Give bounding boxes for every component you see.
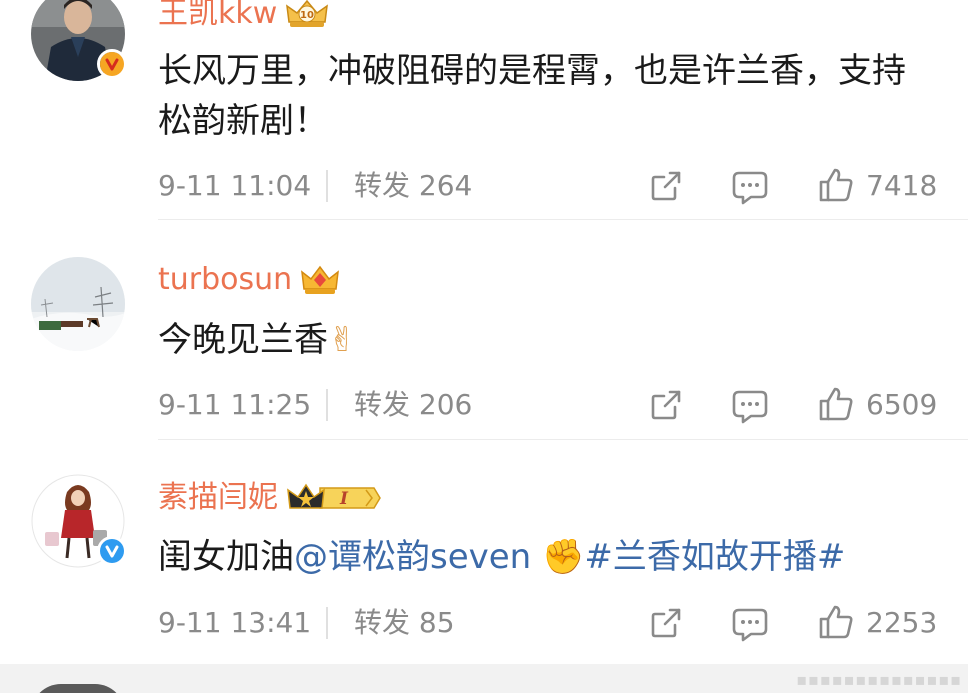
divider <box>326 389 328 421</box>
comment-text-body: 今晚见兰香 <box>158 320 328 360</box>
username[interactable]: turbosun <box>158 260 292 300</box>
repost-count[interactable]: 转发 85 <box>354 603 455 643</box>
share-icon[interactable] <box>648 168 684 204</box>
like-count: 7418 <box>866 169 938 202</box>
comment-meta: 9-11 13:41 转发 85 2253 <box>158 603 938 643</box>
crown-icon[interactable] <box>300 264 340 296</box>
share-icon[interactable] <box>648 387 684 423</box>
divider <box>326 170 328 202</box>
mention-link[interactable]: @谭松韵seven <box>294 537 531 577</box>
name-row: 王凯kkw 10 <box>158 0 329 34</box>
fist-emoji: ✊ <box>542 537 585 577</box>
timestamp: 9-11 11:25 <box>158 388 312 421</box>
verified-blue-icon <box>97 536 127 566</box>
comment-item: 素描闫妮 I 闺女加油@谭松韵seven ✊#兰香如故开播# 9-11 13:4… <box>0 440 968 665</box>
verified-orange-icon <box>97 49 127 79</box>
comment-icon[interactable] <box>731 606 769 642</box>
avatar[interactable] <box>31 257 125 351</box>
share-icon[interactable] <box>648 605 684 641</box>
username[interactable]: 素描闫妮 <box>158 478 278 518</box>
comment-meta: 9-11 11:04 转发 264 7418 <box>158 166 938 206</box>
avatar[interactable] <box>31 0 127 81</box>
like-icon[interactable] <box>818 386 854 422</box>
comment-item: turbosun 今晚见兰香✌ 9-11 11:25 转发 206 6509 <box>0 220 968 440</box>
comment-icon[interactable] <box>731 388 769 424</box>
comment-text: 今晚见兰香✌ <box>158 315 938 365</box>
victory-hand-emoji: ✌ <box>328 320 357 360</box>
name-row: 素描闫妮 I <box>158 478 382 518</box>
repost-count[interactable]: 转发 264 <box>354 166 472 206</box>
avatar[interactable] <box>31 474 127 568</box>
avatar-image <box>31 257 125 351</box>
like-count: 2253 <box>866 606 938 639</box>
crown-level: 10 <box>300 10 314 21</box>
comment-item: 王凯kkw 10 长风万里，冲破阻碍的是程霄，也是许兰香，支持松韵新剧！ 9-1… <box>0 0 968 220</box>
watermark: ▪▪▪▪▪▪▪▪▪▪▪▪▪▪ <box>796 670 962 689</box>
like-icon[interactable] <box>818 167 854 203</box>
divider <box>326 607 328 639</box>
topic-link[interactable]: #兰香如故开播# <box>584 537 845 577</box>
crown-icon[interactable]: 10 <box>285 0 329 30</box>
comment-text: 长风万里，冲破阻碍的是程霄，也是许兰香，支持松韵新剧！ <box>158 51 906 141</box>
like-icon[interactable] <box>818 604 854 640</box>
vip-badge[interactable]: I <box>286 482 382 514</box>
timestamp: 9-11 13:41 <box>158 606 312 639</box>
like-count: 6509 <box>866 388 938 421</box>
vip-level: I <box>339 489 349 509</box>
comment-text-body: 闺女加油 <box>158 537 294 577</box>
username[interactable]: 王凯kkw <box>158 0 277 34</box>
timestamp: 9-11 11:04 <box>158 169 312 202</box>
comment-meta: 9-11 11:25 转发 206 6509 <box>158 385 938 425</box>
comment-text: 闺女加油@谭松韵seven ✊#兰香如故开播# <box>158 532 938 582</box>
comment-icon[interactable] <box>731 169 769 205</box>
comment-feed: 王凯kkw 10 长风万里，冲破阻碍的是程霄，也是许兰香，支持松韵新剧！ 9-1… <box>0 0 968 693</box>
name-row: turbosun <box>158 260 340 300</box>
repost-count[interactable]: 转发 206 <box>354 385 472 425</box>
